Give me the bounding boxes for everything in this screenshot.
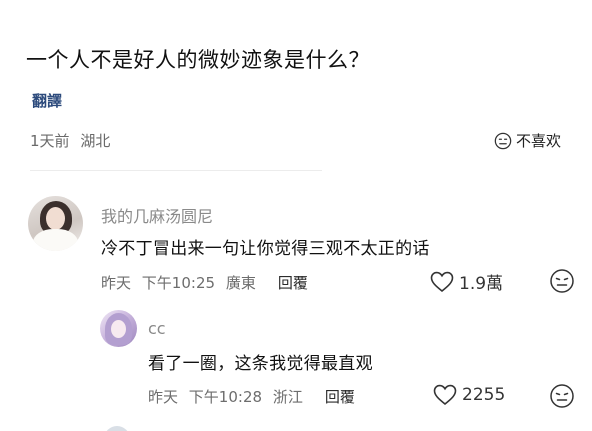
neutral-face-icon	[494, 132, 512, 149]
neutral-face-icon	[550, 269, 574, 293]
react-button[interactable]	[549, 268, 575, 294]
comment-username[interactable]: 我的几麻汤圆尼	[101, 203, 213, 227]
like-button[interactable]: 2255	[433, 384, 505, 406]
comment-time: 下午10:28	[188, 388, 263, 406]
avatar[interactable]	[104, 426, 130, 431]
dislike-button[interactable]: 不喜欢	[494, 130, 561, 151]
comment-username[interactable]: cc	[148, 319, 166, 338]
comment-date: 昨天	[148, 388, 179, 406]
neutral-face-icon	[550, 384, 574, 408]
like-count: 1.9萬	[459, 274, 504, 294]
comment-meta: 昨天 下午10:25 廣東 回覆	[101, 272, 308, 293]
comment-location: 廣東	[225, 274, 256, 292]
comment-time: 下午10:25	[141, 274, 216, 292]
reply-button[interactable]: 回覆	[278, 272, 308, 293]
comment-date: 昨天	[101, 274, 132, 292]
reply-button[interactable]: 回覆	[325, 386, 355, 407]
comment-meta: 昨天 下午10:28 浙江 回覆	[148, 386, 355, 407]
post-time: 1天前	[30, 132, 70, 150]
avatar[interactable]	[28, 196, 83, 251]
comment-text: 冷不丁冒出来一句让你觉得三观不太正的话	[101, 239, 430, 259]
react-button[interactable]	[549, 383, 575, 409]
post-title: 一个人不是好人的微妙迹象是什么？	[26, 48, 370, 72]
comment-location: 浙江	[272, 388, 303, 406]
divider	[30, 170, 322, 171]
post-location: 湖北	[80, 132, 111, 150]
translate-link[interactable]: 翻譯	[32, 90, 62, 111]
heart-outline-icon	[430, 271, 454, 292]
post-meta: 1天前 湖北	[30, 130, 110, 151]
comment-text: 看了一圈，这条我觉得最直观	[148, 354, 373, 374]
avatar[interactable]	[100, 310, 137, 347]
like-count: 2255	[462, 385, 506, 405]
dislike-label: 不喜欢	[516, 132, 562, 150]
like-button[interactable]: 1.9萬	[430, 269, 503, 294]
heart-outline-icon	[433, 384, 457, 406]
